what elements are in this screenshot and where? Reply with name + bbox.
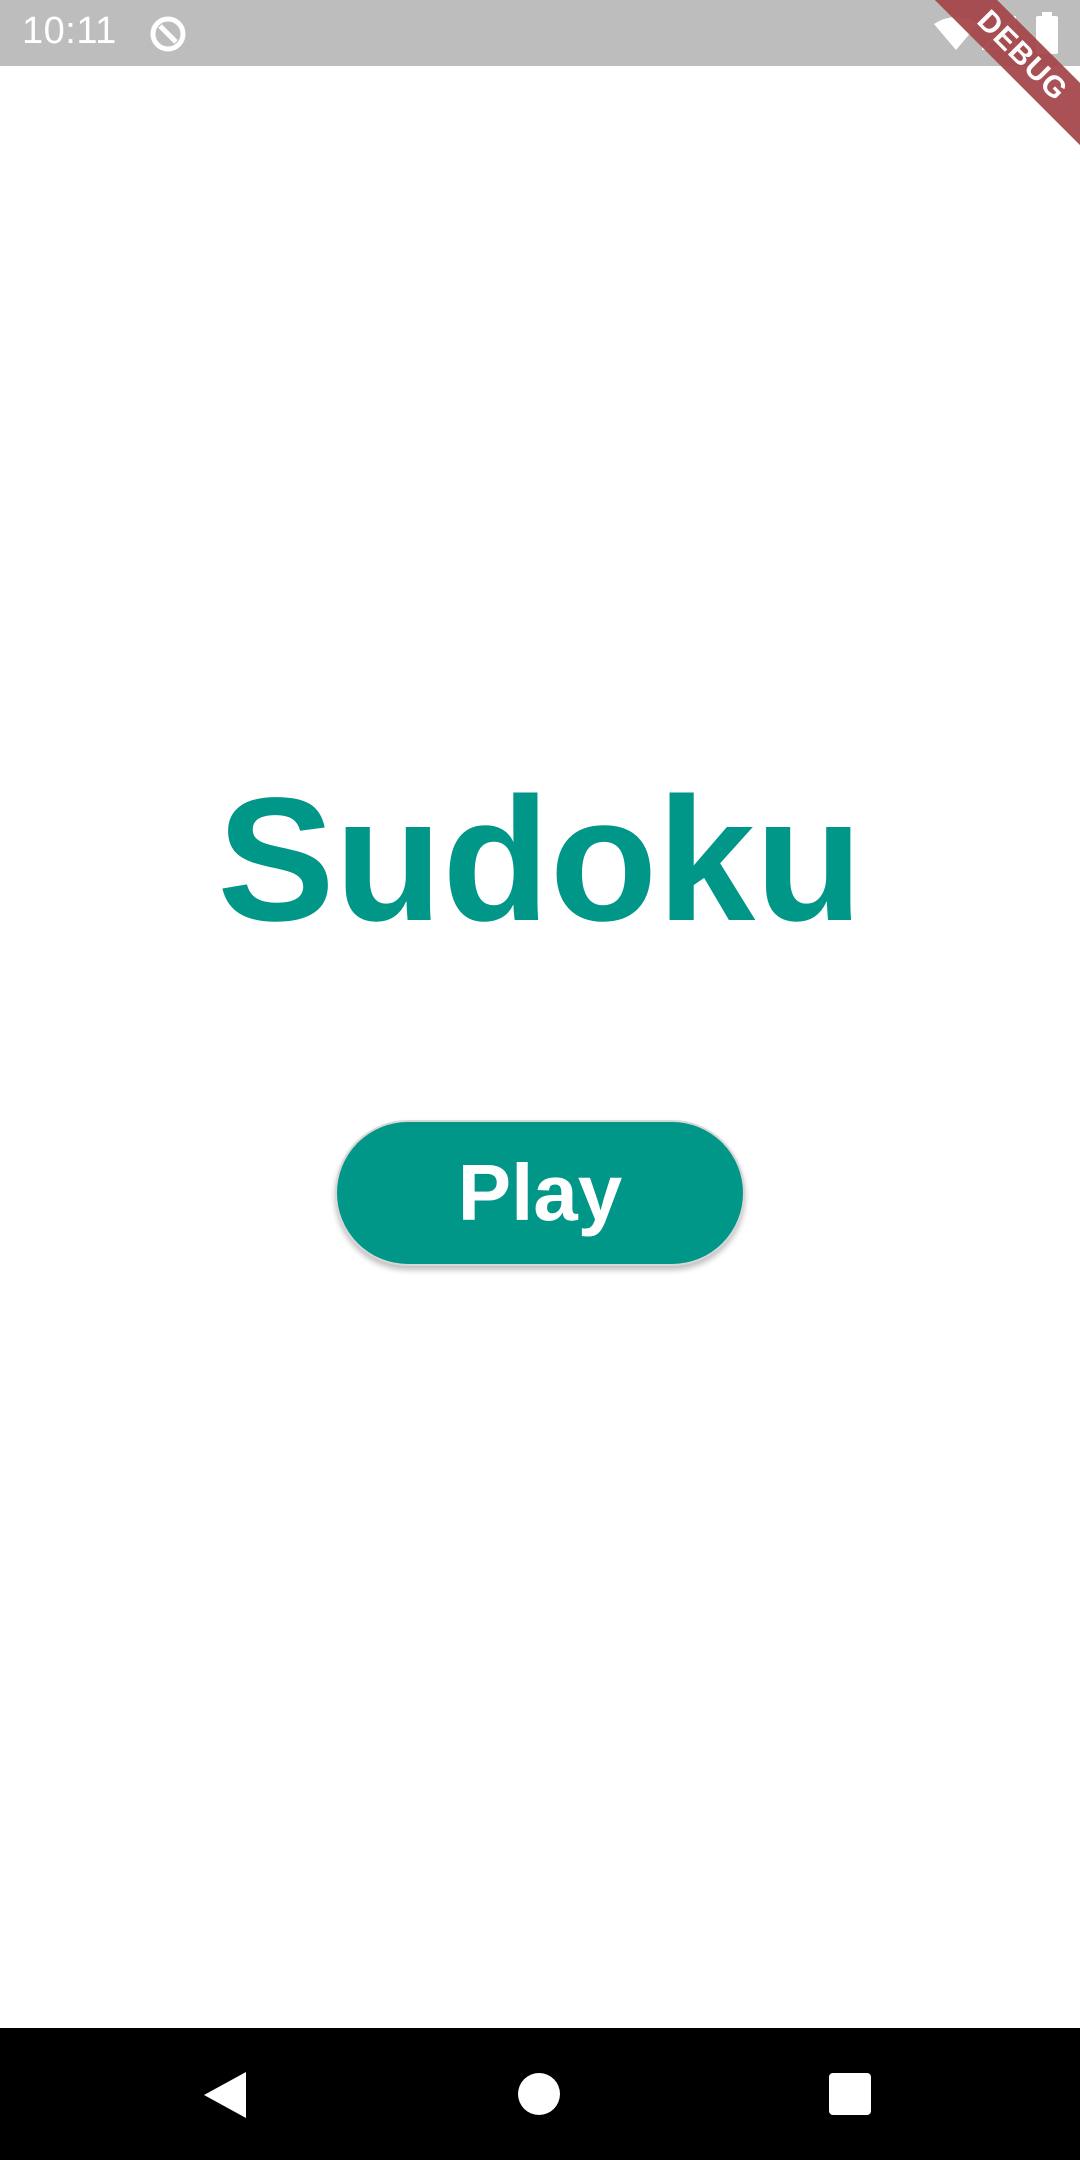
navigation-bar [0, 2028, 1080, 2160]
status-time: 10:11 [22, 10, 117, 52]
sync-icon [150, 16, 186, 52]
page-title: Sudoku [217, 762, 863, 958]
back-icon[interactable] [204, 2072, 246, 2118]
recents-icon[interactable] [829, 2073, 871, 2115]
home-icon[interactable] [518, 2073, 560, 2115]
status-bar: 10:11 [0, 0, 1080, 66]
wifi-icon [934, 17, 978, 50]
battery-icon [1036, 12, 1058, 54]
signal-icon [982, 16, 1016, 50]
play-button[interactable]: Play [335, 1120, 745, 1266]
